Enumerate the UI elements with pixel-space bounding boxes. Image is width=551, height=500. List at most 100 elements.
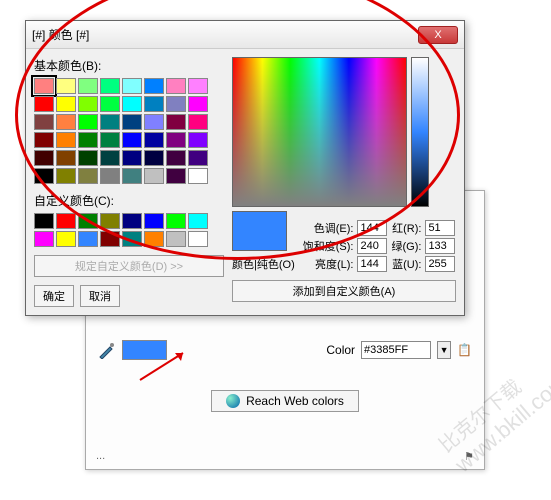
basic-swatch[interactable] xyxy=(78,132,98,148)
custom-swatch[interactable] xyxy=(56,213,76,229)
custom-swatch[interactable] xyxy=(100,213,120,229)
green-label: 绿(G): xyxy=(391,238,421,254)
color-dialog: [#] 颜色 [#] X 基本颜色(B): 自定义颜色(C): 规定自定义颜色(… xyxy=(25,20,465,316)
basic-swatch[interactable] xyxy=(78,78,98,94)
hue-input[interactable] xyxy=(357,220,387,236)
color-hex-input[interactable] xyxy=(361,341,431,359)
basic-swatch[interactable] xyxy=(188,96,208,112)
basic-swatch[interactable] xyxy=(56,150,76,166)
basic-swatch[interactable] xyxy=(144,132,164,148)
custom-swatch[interactable] xyxy=(144,231,164,247)
copy-icon[interactable]: 📋 xyxy=(457,343,472,357)
basic-swatch[interactable] xyxy=(34,114,54,130)
basic-swatch[interactable] xyxy=(166,114,186,130)
basic-swatch[interactable] xyxy=(188,114,208,130)
basic-colors-label: 基本颜色(B): xyxy=(34,57,224,74)
reach-row: Reach Web colors xyxy=(86,384,484,418)
basic-swatch[interactable] xyxy=(144,78,164,94)
basic-swatch[interactable] xyxy=(122,150,142,166)
basic-swatch[interactable] xyxy=(166,132,186,148)
basic-swatch[interactable] xyxy=(188,78,208,94)
pin-icon[interactable]: ⚑ xyxy=(464,450,474,463)
basic-swatch[interactable] xyxy=(56,132,76,148)
basic-swatch[interactable] xyxy=(100,114,120,130)
custom-swatch[interactable] xyxy=(144,213,164,229)
custom-swatch[interactable] xyxy=(100,231,120,247)
lum-input[interactable] xyxy=(357,256,387,272)
custom-swatch[interactable] xyxy=(166,231,186,247)
basic-swatch[interactable] xyxy=(56,168,76,184)
basic-swatch[interactable] xyxy=(100,96,120,112)
basic-swatch[interactable] xyxy=(166,150,186,166)
basic-swatch[interactable] xyxy=(122,114,142,130)
define-custom-button[interactable]: 规定自定义颜色(D) >> xyxy=(34,255,224,277)
basic-swatch[interactable] xyxy=(122,78,142,94)
basic-swatch[interactable] xyxy=(144,168,164,184)
basic-colors-grid xyxy=(34,78,224,184)
custom-swatch[interactable] xyxy=(78,213,98,229)
green-input[interactable] xyxy=(425,238,455,254)
luminance-slider[interactable] xyxy=(411,57,429,207)
color-dropdown[interactable]: ▼ xyxy=(437,341,451,359)
dots-label: ... xyxy=(96,450,105,463)
eyedropper-icon[interactable] xyxy=(98,341,116,359)
basic-swatch[interactable] xyxy=(100,150,120,166)
basic-swatch[interactable] xyxy=(188,168,208,184)
hue-sat-picker[interactable] xyxy=(232,57,407,207)
basic-swatch[interactable] xyxy=(34,150,54,166)
custom-swatch[interactable] xyxy=(34,231,54,247)
basic-swatch[interactable] xyxy=(188,150,208,166)
basic-swatch[interactable] xyxy=(34,78,54,94)
basic-swatch[interactable] xyxy=(100,78,120,94)
basic-swatch[interactable] xyxy=(144,150,164,166)
basic-swatch[interactable] xyxy=(56,78,76,94)
basic-swatch[interactable] xyxy=(122,168,142,184)
close-button[interactable]: X xyxy=(418,26,458,44)
basic-swatch[interactable] xyxy=(78,150,98,166)
cancel-button[interactable]: 取消 xyxy=(80,285,120,307)
basic-swatch[interactable] xyxy=(100,168,120,184)
basic-swatch[interactable] xyxy=(144,114,164,130)
dialog-body: 基本颜色(B): 自定义颜色(C): 规定自定义颜色(D) >> 确定 取消 xyxy=(26,49,464,315)
basic-swatch[interactable] xyxy=(166,96,186,112)
basic-swatch[interactable] xyxy=(34,168,54,184)
globe-icon xyxy=(226,394,240,408)
custom-swatch[interactable] xyxy=(188,213,208,229)
sat-input[interactable] xyxy=(357,238,387,254)
custom-swatch[interactable] xyxy=(56,231,76,247)
status-row: ... ⚑ xyxy=(96,450,474,463)
blue-input[interactable] xyxy=(425,256,455,272)
red-input[interactable] xyxy=(425,220,455,236)
basic-swatch[interactable] xyxy=(166,168,186,184)
red-label: 红(R): xyxy=(391,220,421,236)
ok-button[interactable]: 确定 xyxy=(34,285,74,307)
basic-swatch[interactable] xyxy=(56,114,76,130)
basic-swatch[interactable] xyxy=(78,96,98,112)
custom-colors-label: 自定义颜色(C): xyxy=(34,192,224,209)
basic-swatch[interactable] xyxy=(56,96,76,112)
basic-swatch[interactable] xyxy=(188,132,208,148)
custom-swatch[interactable] xyxy=(188,231,208,247)
basic-swatch[interactable] xyxy=(78,114,98,130)
value-grid: 色调(E): 红(R): 饱和度(S): 绿(G): 亮度(L): 蓝(U): xyxy=(303,220,456,272)
basic-swatch[interactable] xyxy=(34,132,54,148)
custom-swatch[interactable] xyxy=(34,213,54,229)
basic-swatch[interactable] xyxy=(34,96,54,112)
custom-swatch[interactable] xyxy=(78,231,98,247)
titlebar[interactable]: [#] 颜色 [#] X xyxy=(26,21,464,49)
reach-web-colors-button[interactable]: Reach Web colors xyxy=(211,390,359,412)
custom-swatch[interactable] xyxy=(166,213,186,229)
basic-swatch[interactable] xyxy=(100,132,120,148)
basic-swatch[interactable] xyxy=(78,168,98,184)
preview-label: 颜色|纯色(O) xyxy=(232,256,295,272)
basic-swatch[interactable] xyxy=(122,132,142,148)
color-row: Color ▼ 📋 xyxy=(86,334,484,366)
sat-label: 饱和度(S): xyxy=(303,238,354,254)
basic-swatch[interactable] xyxy=(166,78,186,94)
add-custom-button[interactable]: 添加到自定义颜色(A) xyxy=(232,280,456,302)
custom-swatch[interactable] xyxy=(122,231,142,247)
color-preview-box xyxy=(232,211,287,251)
basic-swatch[interactable] xyxy=(122,96,142,112)
custom-swatch[interactable] xyxy=(122,213,142,229)
basic-swatch[interactable] xyxy=(144,96,164,112)
